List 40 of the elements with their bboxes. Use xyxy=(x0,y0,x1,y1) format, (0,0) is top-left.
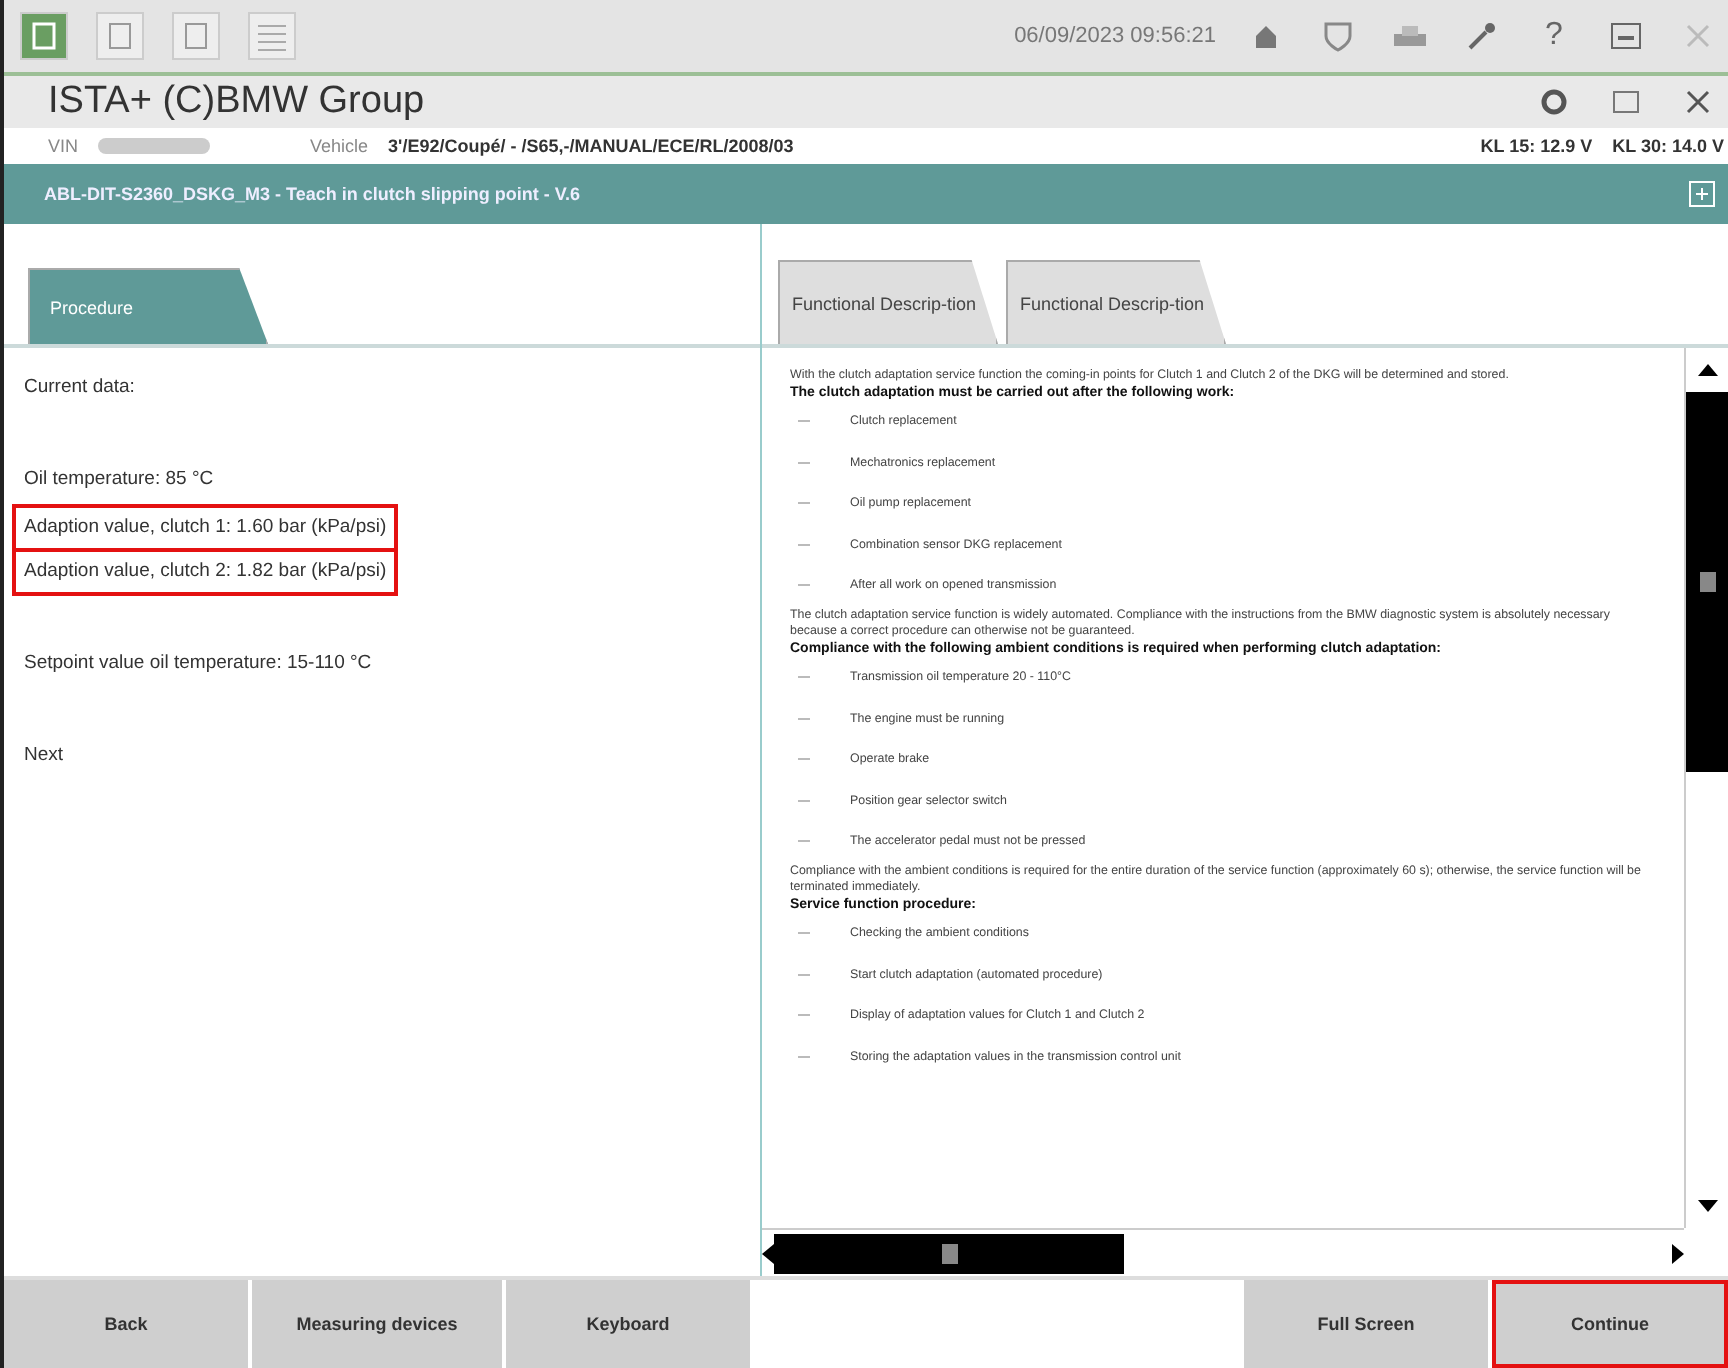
action-button[interactable]: Measuring devices xyxy=(252,1280,502,1368)
bullet-icon xyxy=(798,840,810,845)
bullet-icon xyxy=(798,676,810,681)
kl30-voltage: KL 30: 14.0 V xyxy=(1612,136,1724,156)
vehicle-label: Vehicle xyxy=(310,136,369,156)
bullet-icon xyxy=(798,420,810,425)
vin-value-redaction xyxy=(98,138,211,154)
bullet-icon xyxy=(798,543,810,548)
bullet-icon xyxy=(798,758,810,763)
page-icon[interactable] xyxy=(172,12,220,60)
action-button[interactable]: Continue xyxy=(1492,1280,1728,1368)
page-icon[interactable] xyxy=(96,12,144,60)
function-title: ABL-DIT-S2360_DSKG_M3 - Teach in clutch slipping point - V.6 xyxy=(44,184,583,204)
data-line: Next xyxy=(22,742,66,770)
bullet-icon xyxy=(798,1014,810,1019)
bullet-icon xyxy=(798,717,810,722)
kl15-voltage: KL 15: 12.9 V xyxy=(1480,136,1593,156)
bullet-icon xyxy=(798,973,810,978)
expand-icon[interactable] xyxy=(1688,180,1716,208)
description-tab[interactable]: Functional Descrip-tion xyxy=(778,260,998,344)
bullet-icon xyxy=(798,584,810,589)
action-button[interactable]: Back xyxy=(4,1280,248,1368)
data-line: Current data: xyxy=(22,374,137,402)
bullet-icon xyxy=(798,1055,810,1060)
data-line: Adaption value, clutch 2: 1.82 bar (kPa/psi) xyxy=(12,548,399,596)
help-button[interactable]: ? xyxy=(1532,14,1576,58)
bullet-icon xyxy=(798,461,810,466)
scrollbar-thumb[interactable] xyxy=(1686,392,1728,772)
action-button[interactable]: Full Screen xyxy=(1244,1280,1488,1368)
bullet-icon xyxy=(798,502,810,507)
vin-label: VIN xyxy=(48,136,79,156)
action-button[interactable]: Keyboard xyxy=(506,1280,750,1368)
bullet-icon xyxy=(798,932,810,937)
app-title: ISTA+ (C)BMW Group xyxy=(48,80,425,124)
data-line: Setpoint value oil temperature: 15-110 °C xyxy=(22,650,374,678)
data-line: Oil temperature: 85 °C xyxy=(22,466,216,494)
bullet-icon xyxy=(798,799,810,804)
vehicle-value: 3'/E92/Coupé/ - /S65,-/MANUAL/ECE/RL/2008/03 xyxy=(388,136,794,156)
description-tab[interactable]: Functional Descrip-tion xyxy=(1006,260,1226,344)
date-time: 06/09/2023 09:56:21 xyxy=(1014,24,1216,48)
